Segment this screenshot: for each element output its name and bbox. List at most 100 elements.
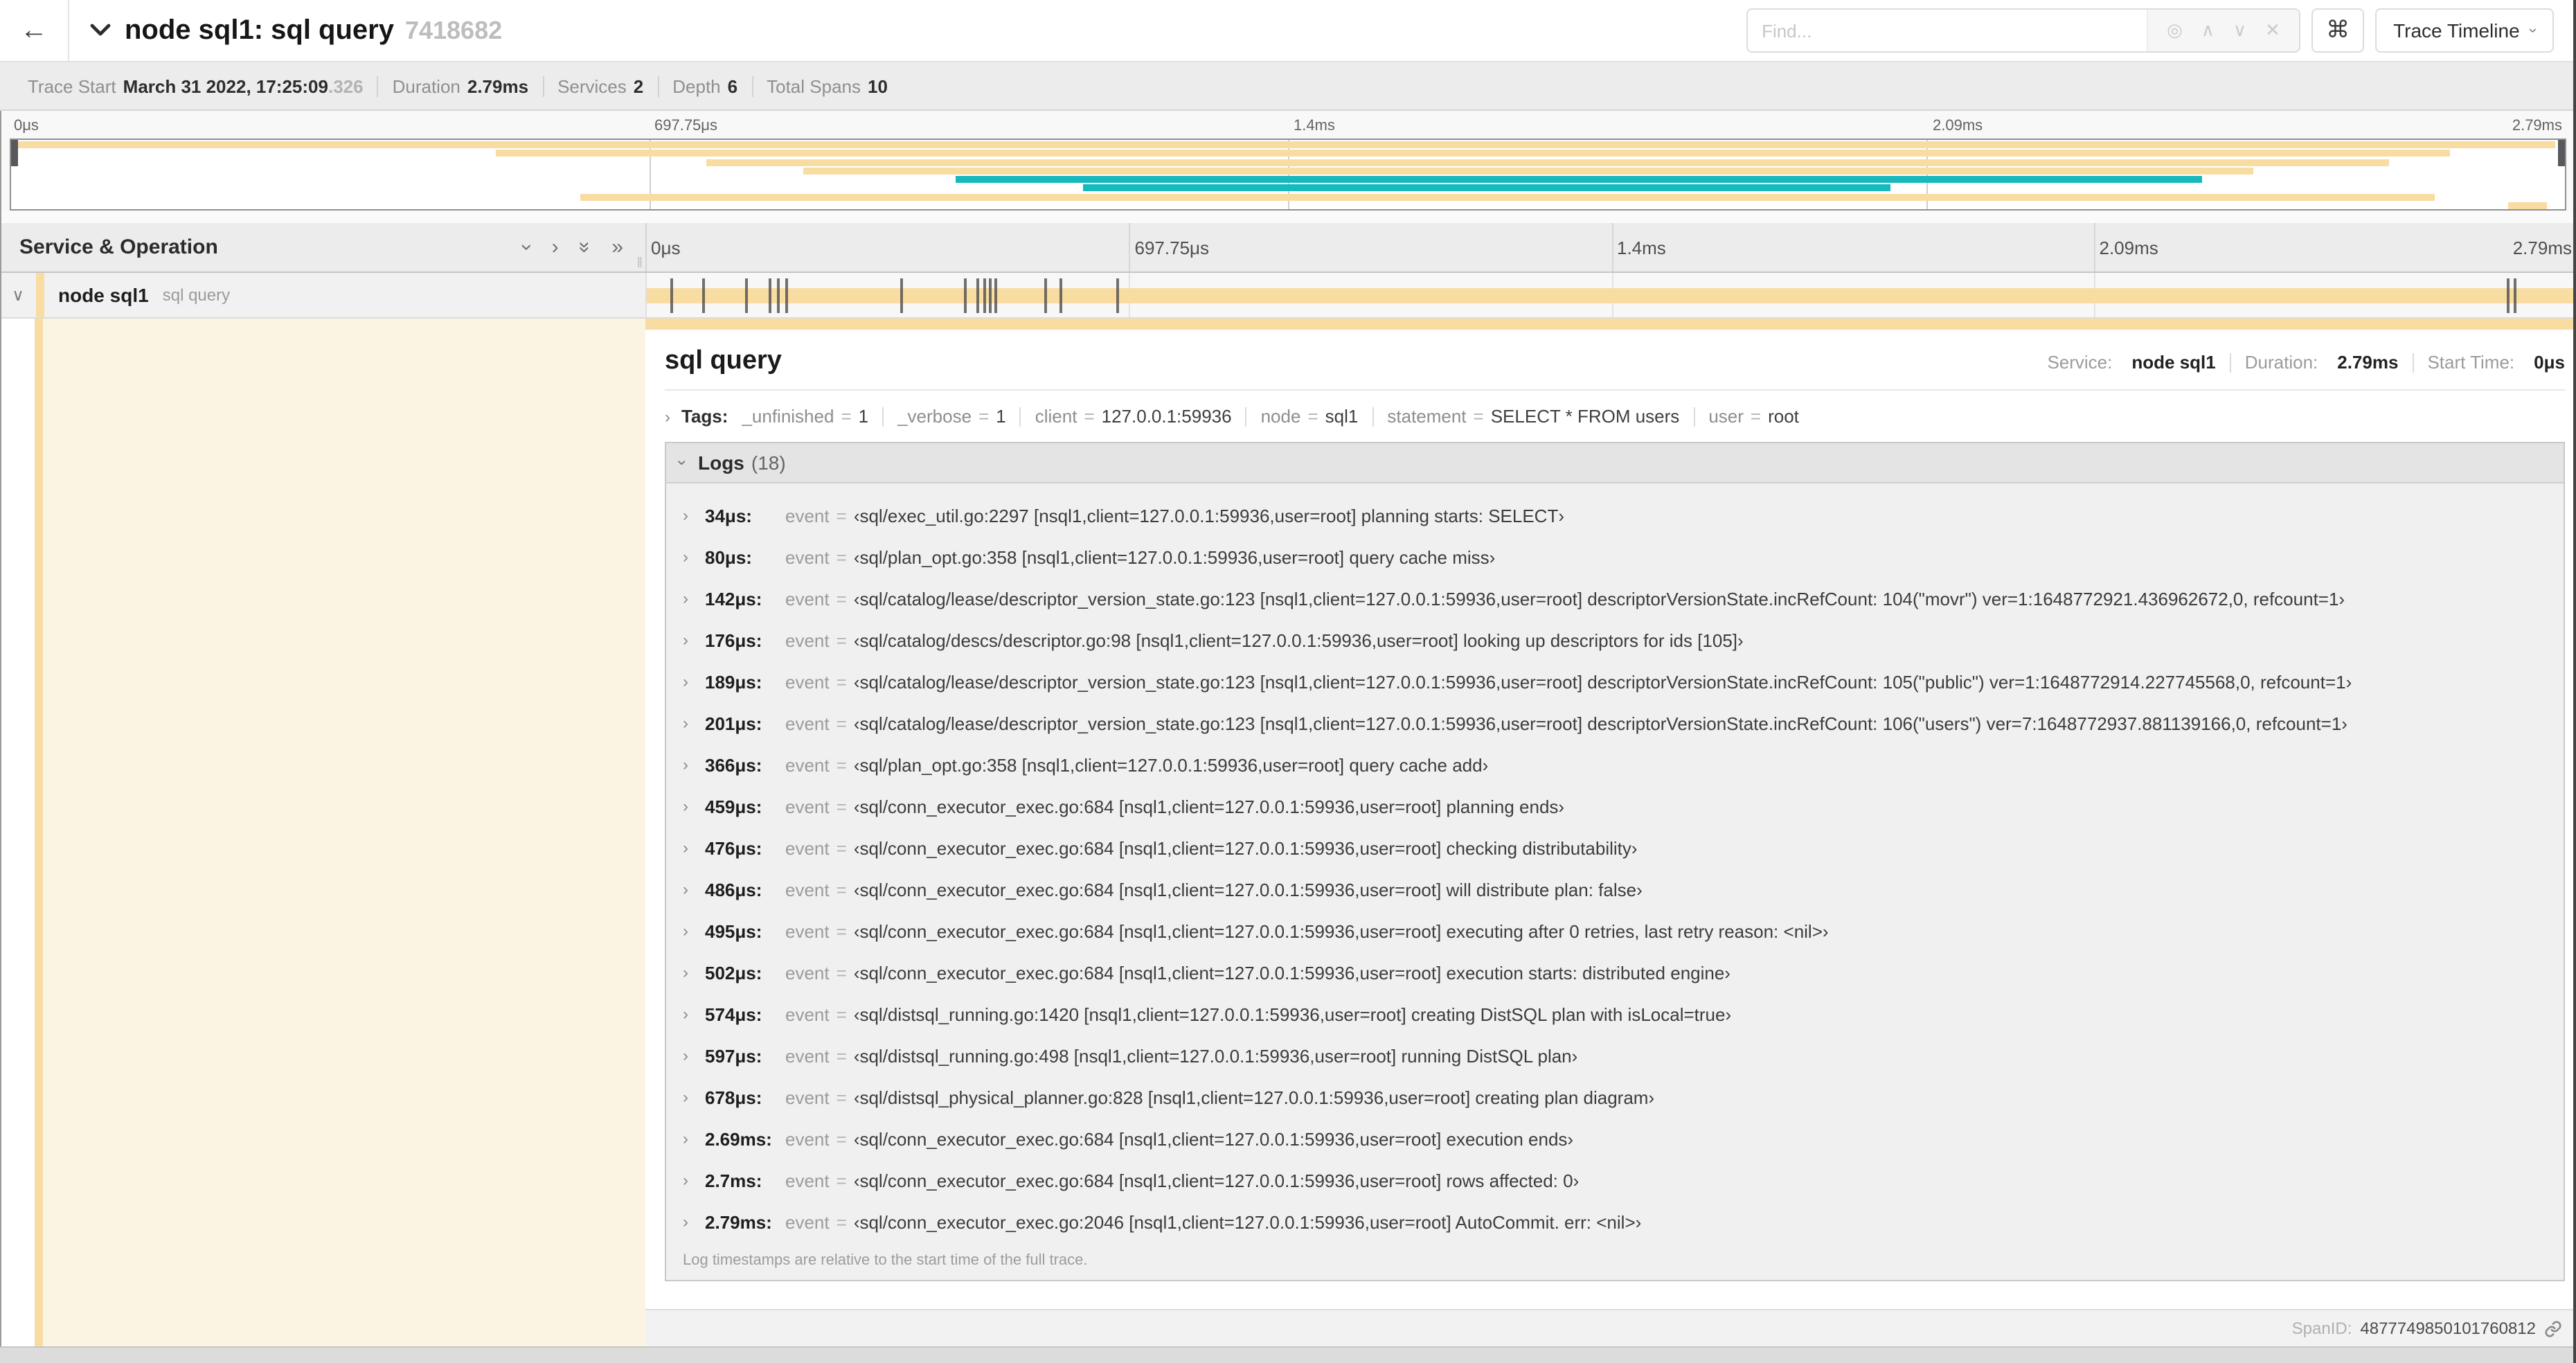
log-row[interactable]: › 486μs: event = ‹sql/conn_executor_exec.go:… — [683, 868, 2564, 910]
axis-tick-label: 2.09ms — [2099, 237, 2158, 258]
chevron-right-icon[interactable]: › — [683, 1004, 705, 1024]
keyboard-shortcuts-button[interactable]: ⌘ — [2311, 8, 2365, 53]
log-marker-tick — [2514, 278, 2517, 313]
chevron-right-icon[interactable]: › — [683, 1046, 705, 1065]
tags-row[interactable]: › Tags: _unfinished = 1 _verbose = 1 client = 12… — [665, 406, 2565, 427]
log-row[interactable]: › 189μs: event = ‹sql/catalog/lease/descript… — [683, 661, 2564, 702]
log-row[interactable]: › 597μs: event = ‹sql/distsql_running.go:498… — [683, 1035, 2564, 1076]
log-row[interactable]: › 495μs: event = ‹sql/conn_executor_exec.go:… — [683, 910, 2564, 952]
span-color-stripe — [35, 319, 43, 1346]
clear-search-icon[interactable]: ✕ — [2265, 19, 2280, 42]
tag-pair: statement = SELECT * FROM users — [1387, 406, 1679, 427]
chevron-right-icon[interactable]: › — [683, 796, 705, 816]
copy-link-icon[interactable] — [2544, 1319, 2562, 1337]
chevron-right-icon[interactable]: › — [683, 1212, 705, 1231]
meta-separator — [2412, 353, 2414, 372]
summary-label: Duration — [392, 75, 460, 96]
chevron-right-icon[interactable]: › — [683, 921, 705, 941]
chevron-right-icon[interactable]: › — [683, 1129, 705, 1148]
trace-summary-item: Duration 2.79ms — [379, 75, 542, 96]
right-scrollbar[interactable] — [2573, 0, 2576, 1363]
expand-one-icon[interactable]: › — [552, 237, 559, 258]
log-row[interactable]: › 502μs: event = ‹sql/conn_executor_exec.go:… — [683, 952, 2564, 993]
log-row[interactable]: › 142μs: event = ‹sql/catalog/lease/descript… — [683, 578, 2564, 619]
log-marker-tick — [994, 278, 997, 313]
chevron-down-icon: › — [2525, 28, 2542, 33]
minimap-span-bar — [496, 150, 2451, 157]
collapse-all-icon[interactable]: » — [573, 242, 597, 253]
column-resize-handle[interactable]: ‖ — [637, 256, 643, 271]
logs-header[interactable]: › Logs (18) — [666, 443, 2564, 483]
equals-sign: = — [836, 1170, 847, 1191]
page-header: ← node sql1: sql query 7418682 ◎ ∧ ∨ ✕ ⌘ Tr… — [0, 0, 2576, 61]
log-row[interactable]: › 34μs: event = ‹sql/exec_util.go:2297 [nsql… — [683, 495, 2564, 536]
next-match-icon[interactable]: ∨ — [2233, 19, 2246, 42]
tag-key: _verbose — [897, 406, 972, 427]
log-field-value: ‹sql/distsql_running.go:498 [nsql1,clien… — [853, 1045, 1578, 1066]
minimap-span-bar — [706, 159, 2389, 166]
back-button[interactable]: ← — [0, 0, 69, 61]
span-row: ∨ node sql1 sql query — [0, 273, 2576, 319]
tag-pair: _verbose = 1 — [897, 406, 1006, 427]
log-row[interactable]: › 476μs: event = ‹sql/conn_executor_exec.go:… — [683, 827, 2564, 868]
log-row[interactable]: › 574μs: event = ‹sql/distsql_running.go:142… — [683, 993, 2564, 1035]
log-row[interactable]: › 678μs: event = ‹sql/distsql_physical_plann… — [683, 1076, 2564, 1118]
minimap-right-drag-handle[interactable] — [2558, 140, 2565, 166]
axis-tick-label: 697.75μs — [654, 118, 717, 134]
tags-chevron-right-icon: › — [665, 407, 670, 426]
prev-match-icon[interactable]: ∧ — [2201, 19, 2215, 42]
chevron-right-icon[interactable]: › — [683, 547, 705, 567]
span-collapse-chevron-icon[interactable]: ∨ — [0, 285, 36, 305]
title-chevron-down-icon[interactable] — [90, 24, 111, 37]
tag-separator — [1245, 407, 1247, 426]
trace-title-wrap: node sql1: sql query 7418682 — [69, 15, 502, 46]
chevron-right-icon[interactable]: › — [683, 963, 705, 982]
log-row[interactable]: › 2.69ms: event = ‹sql/conn_executor_exec.go… — [683, 1118, 2564, 1159]
minimap-left-drag-handle[interactable] — [11, 140, 18, 166]
axis-tick-label: 1.4ms — [1294, 118, 1335, 134]
log-row[interactable]: › 201μs: event = ‹sql/catalog/lease/descript… — [683, 702, 2564, 744]
log-timestamp: 459μs: — [705, 796, 762, 817]
timeline-header-row: Service & Operation › › » » ‖ 0μs 697.75μs 1.… — [0, 223, 2576, 273]
chevron-right-icon[interactable]: › — [683, 1087, 705, 1107]
equals-sign: = — [836, 1128, 847, 1149]
log-field-value: ‹sql/conn_executor_exec.go:684 [nsql1,cl… — [853, 920, 1829, 941]
log-row[interactable]: › 2.79ms: event = ‹sql/conn_executor_exec.go… — [683, 1201, 2564, 1242]
chevron-right-icon[interactable]: › — [683, 506, 705, 525]
horizontal-scrollbar[interactable] — [0, 1346, 2576, 1363]
log-timestamp: 201μs: — [705, 713, 762, 733]
chevron-right-icon[interactable]: › — [683, 838, 705, 857]
axis-tick-label: 2.79ms — [2512, 118, 2562, 134]
log-row[interactable]: › 459μs: event = ‹sql/conn_executor_exec.go:… — [683, 785, 2564, 827]
span-name-cell[interactable]: ∨ node sql1 sql query — [0, 273, 645, 317]
equals-sign: = — [836, 1211, 847, 1232]
span-bar-track[interactable] — [645, 273, 2576, 317]
chevron-right-icon[interactable]: › — [683, 755, 705, 774]
span-id-label: SpanID: — [2291, 1319, 2352, 1338]
log-row[interactable]: › 2.7ms: event = ‹sql/conn_executor_exec.go:… — [683, 1159, 2564, 1201]
axis-tick-label: 1.4ms — [1617, 237, 1666, 258]
tag-separator — [882, 407, 884, 426]
log-row[interactable]: › 176μs: event = ‹sql/catalog/descs/descript… — [683, 619, 2564, 661]
tag-separator — [1693, 407, 1695, 426]
log-marker-tick — [976, 278, 979, 313]
highlight-matches-icon[interactable]: ◎ — [2167, 19, 2183, 42]
expand-all-icon[interactable]: » — [611, 237, 623, 258]
collapse-one-icon[interactable]: › — [516, 244, 539, 251]
chevron-right-icon[interactable]: › — [683, 880, 705, 899]
summary-value: 6 — [727, 75, 738, 96]
chevron-right-icon[interactable]: › — [683, 1170, 705, 1190]
logs-count: (18) — [751, 452, 786, 474]
minimap-span-bar — [803, 167, 2254, 175]
log-row[interactable]: › 366μs: event = ‹sql/plan_opt.go:358 [nsql1… — [683, 744, 2564, 785]
minimap-canvas[interactable] — [10, 139, 2566, 211]
find-input[interactable] — [1748, 10, 2147, 51]
chevron-right-icon[interactable]: › — [683, 630, 705, 650]
log-row[interactable]: › 80μs: event = ‹sql/plan_opt.go:358 [nsql1,… — [683, 536, 2564, 578]
chevron-right-icon[interactable]: › — [683, 589, 705, 608]
chevron-right-icon[interactable]: › — [683, 672, 705, 691]
view-selector-button[interactable]: Trace Timeline › — [2375, 8, 2554, 53]
tag-value: 1 — [996, 406, 1006, 427]
chevron-right-icon[interactable]: › — [683, 713, 705, 733]
log-marker-tick — [768, 278, 771, 313]
